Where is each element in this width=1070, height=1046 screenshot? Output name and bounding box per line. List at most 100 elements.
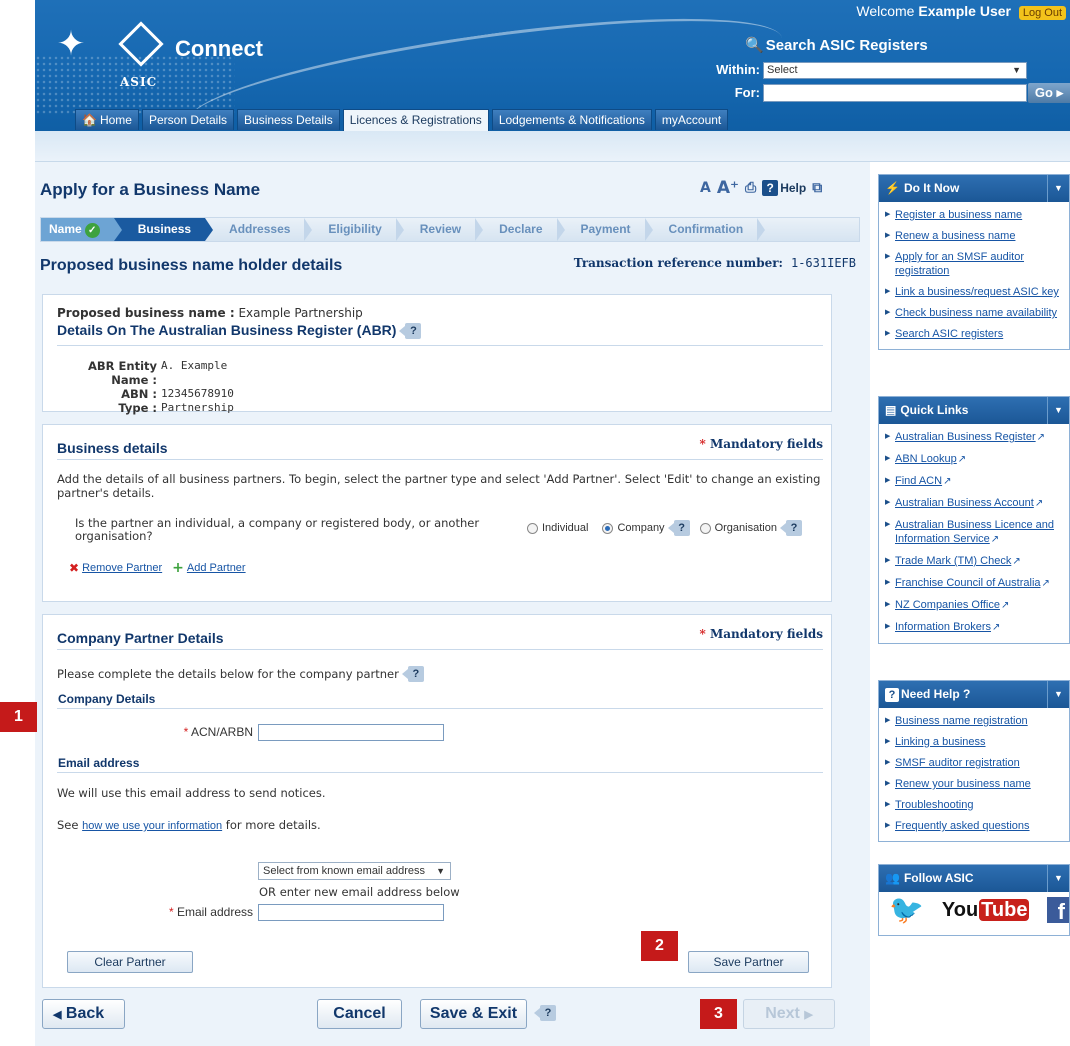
radio-organisation-label: Organisation <box>714 522 777 534</box>
quick-link[interactable]: Information Brokers↗ <box>885 617 1065 639</box>
help-button[interactable]: ? Help <box>762 180 806 196</box>
partner-type-question: Is the partner an individual, a company … <box>75 516 480 543</box>
step-payment: Payment <box>557 218 653 241</box>
lightning-icon: ⚡ <box>885 181 900 195</box>
print-icon[interactable]: ⎙ <box>745 180 756 196</box>
known-email-select[interactable]: Select from known email address ▼ <box>258 862 451 880</box>
next-button[interactable]: Next ▶ <box>743 999 835 1029</box>
acn-label-row: * ACN/ARBN <box>168 725 253 739</box>
tab-licences-registrations[interactable]: Licences & Registrations <box>342 109 489 131</box>
quick-link[interactable]: Australian Business Register↗ <box>885 427 1065 449</box>
sidebar-link[interactable]: Link a business/request ASIC key <box>885 282 1065 303</box>
known-email-value: Select from known email address <box>263 865 426 877</box>
clear-partner-button[interactable]: Clear Partner <box>67 951 193 973</box>
sidebar-link[interactable]: Check business name availability <box>885 303 1065 324</box>
sidebar-link[interactable]: Linking a business <box>885 732 1065 753</box>
business-details-panel: Business details * Mandatory fields Add … <box>42 424 832 602</box>
search-title-text: Search ASIC Registers <box>765 37 928 54</box>
collapse-icon[interactable]: ▼ <box>1047 681 1069 708</box>
back-button[interactable]: ◀ Back <box>42 999 125 1029</box>
radio-organisation[interactable] <box>699 522 711 534</box>
save-partner-button[interactable]: Save Partner <box>688 951 809 973</box>
step-eligibility: Eligibility <box>304 218 405 241</box>
external-link-icon: ↗ <box>1036 432 1046 443</box>
company-help-icon[interactable]: ? <box>667 520 690 536</box>
how-we-use-info-link[interactable]: how we use your information <box>82 820 222 832</box>
help-icon: ? <box>762 180 779 196</box>
need-help-header[interactable]: ? Need Help ? ▼ <box>879 681 1069 708</box>
email-label: Email address <box>176 905 253 919</box>
sidebar-link[interactable]: Search ASIC registers <box>885 324 1065 345</box>
next-label: Next <box>765 1005 800 1022</box>
acn-input[interactable] <box>258 724 444 741</box>
facebook-icon[interactable]: f <box>1047 897 1069 924</box>
email-input[interactable] <box>258 904 444 921</box>
save-exit-button[interactable]: Save & Exit <box>420 999 527 1029</box>
tab-person-details[interactable]: Person Details <box>141 109 235 130</box>
for-label: For: <box>734 85 760 100</box>
popout-icon[interactable]: ⧉ <box>812 180 822 196</box>
logout-button[interactable]: Log Out <box>1018 6 1066 20</box>
increase-text-icon[interactable]: A⁺ <box>717 178 739 198</box>
radio-company-label: Company <box>617 522 665 534</box>
step-name: Name ✓ <box>41 218 122 241</box>
quick-link[interactable]: NZ Companies Office↗ <box>885 595 1065 617</box>
quick-link[interactable]: Australian Business Licence and Informat… <box>885 515 1065 551</box>
abr-help-icon[interactable]: ? <box>399 323 422 340</box>
decrease-text-icon[interactable]: A <box>700 180 711 196</box>
quick-link[interactable]: ABN Lookup↗ <box>885 449 1065 471</box>
sidebar-link[interactable]: Renew your business name <box>885 774 1065 795</box>
welcome-bar: Welcome Example User Log Out <box>856 3 1066 20</box>
quick-link[interactable]: Franchise Council of Australia↗ <box>885 573 1065 595</box>
company-partner-heading: Company Partner Details <box>57 630 224 646</box>
links-icon: ▤ <box>885 403 897 417</box>
quick-link[interactable]: Trade Mark (TM) Check↗ <box>885 551 1065 573</box>
follow-asic-header[interactable]: 👥 Follow ASIC ▼ <box>879 865 1069 892</box>
sidebar-link[interactable]: Troubleshooting <box>885 795 1065 816</box>
collapse-icon[interactable]: ▼ <box>1047 175 1069 202</box>
company-intro-row: Please complete the details below for th… <box>57 666 424 682</box>
quick-link-label: Information Brokers <box>895 621 991 633</box>
within-select[interactable]: Select <box>763 62 1027 79</box>
back-arrow-icon: ◀ <box>53 1009 62 1021</box>
do-it-now-header[interactable]: ⚡ Do It Now ▼ <box>879 175 1069 202</box>
cancel-button[interactable]: Cancel <box>317 999 402 1029</box>
collapse-icon[interactable]: ▼ <box>1047 865 1069 892</box>
collapse-icon[interactable]: ▼ <box>1047 397 1069 424</box>
proposed-name-label: Proposed business name : <box>57 306 235 320</box>
tab-home[interactable]: 🏠 Home <box>75 109 139 130</box>
tab-business-details[interactable]: Business Details <box>237 109 340 130</box>
sidebar-link[interactable]: Business name registration <box>885 711 1065 732</box>
search-input[interactable] <box>763 84 1027 102</box>
sidebar-link[interactable]: Register a business name <box>885 205 1065 226</box>
do-it-now-title: Do It Now <box>903 181 960 195</box>
radio-individual[interactable] <box>527 522 538 534</box>
txref-value: 1-631IEFB <box>790 256 856 270</box>
sidebar-link[interactable]: SMSF auditor registration <box>885 753 1065 774</box>
asterisk: * <box>183 725 189 739</box>
quick-link[interactable]: Australian Business Account↗ <box>885 493 1065 515</box>
company-intro-help-icon[interactable]: ? <box>401 666 424 682</box>
add-partner-link[interactable]: Add Partner <box>187 562 246 574</box>
quick-links-header[interactable]: ▤ Quick Links ▼ <box>879 397 1069 424</box>
go-button[interactable]: Go ▸ <box>1028 83 1070 103</box>
welcome-prefix: Welcome <box>856 3 915 19</box>
organisation-help-icon[interactable]: ? <box>779 520 802 536</box>
quick-link[interactable]: Find ACN↗ <box>885 471 1065 493</box>
tab-lodgements-notifications[interactable]: Lodgements & Notifications <box>491 109 652 130</box>
radio-company[interactable] <box>602 522 614 534</box>
business-intro: Add the details of all business partners… <box>57 472 821 500</box>
step-confirmation: Confirmation <box>645 218 765 241</box>
twitter-icon[interactable]: 🐦 <box>889 895 924 925</box>
youtube-icon[interactable]: You Tube <box>942 898 1030 922</box>
tab-myaccount[interactable]: myAccount <box>654 109 729 130</box>
see-suffix: for more details. <box>225 818 321 832</box>
save-exit-help-icon[interactable]: ? <box>534 1005 556 1021</box>
sidebar-link[interactable]: Apply for an SMSF auditor registration <box>885 247 1065 282</box>
sidebar-link[interactable]: Renew a business name <box>885 226 1065 247</box>
remove-partner-link[interactable]: Remove Partner <box>82 562 162 574</box>
partner-type-options: Individual Company? Organisation? <box>527 520 802 536</box>
sidebar-link[interactable]: Frequently asked questions <box>885 816 1065 837</box>
quick-link-label: Find ACN <box>895 475 943 487</box>
header-strip <box>35 131 1070 162</box>
